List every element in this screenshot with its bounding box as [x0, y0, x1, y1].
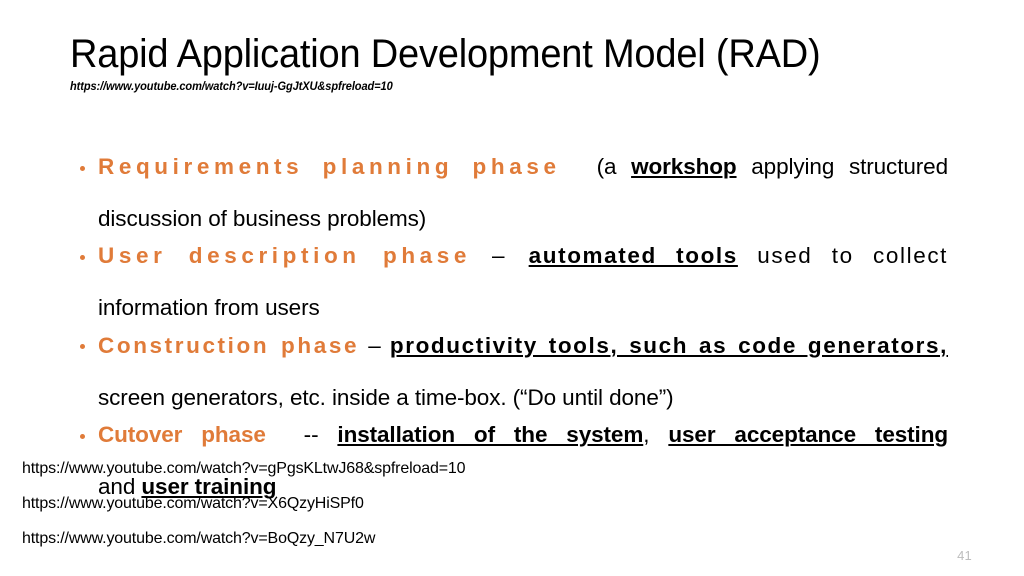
bullet-list: Requirements planning phase (a workshop …: [76, 154, 948, 500]
connector-dash: --: [303, 421, 319, 447]
bullet-text-mid: ,: [643, 421, 669, 447]
footer-link[interactable]: https://www.youtube.com/watch?v=BoQzy_N7…: [22, 531, 722, 547]
spacer-gap: [359, 333, 368, 358]
spacer-gap: [381, 333, 390, 358]
phase-label: User description phase: [98, 243, 472, 269]
phase-label: Construction phase: [98, 332, 360, 358]
emphasis-term: installation of the system: [337, 421, 644, 447]
emphasis-term-2: user acceptance testing: [668, 421, 948, 447]
bullet-line-1: Requirements planning phase (a workshop …: [98, 154, 948, 206]
slide-canvas: Rapid Application Development Model (RAD…: [0, 0, 1024, 576]
spacer-gap: [471, 243, 492, 268]
spacer-gap: [561, 154, 597, 179]
bullet-dot-icon: [80, 254, 85, 260]
bullet-text-post: applying structured: [736, 154, 948, 179]
emphasis-term: automated tools: [528, 243, 738, 269]
phase-label: Requirements planning phase: [98, 154, 561, 179]
bullet-text-post: used to collect: [737, 243, 949, 269]
spacer-gap: [318, 422, 337, 447]
title-source-url: https://www.youtube.com/watch?v=Iuuj-GgJ…: [70, 78, 393, 93]
bullet-dot-icon: [80, 433, 85, 439]
footer-link[interactable]: https://www.youtube.com/watch?v=X6QzyHiS…: [22, 496, 722, 512]
bullet-line-1: User description phase – automated tools…: [98, 243, 948, 295]
slide-number: 41: [957, 548, 972, 563]
list-item: Construction phase – productivity tools,…: [76, 333, 948, 411]
connector-dash: –: [368, 332, 381, 358]
bullet-text-pre: (a: [596, 154, 632, 179]
bullet-line-2: screen generators, etc. inside a time-bo…: [98, 384, 674, 410]
footer-link-list: https://www.youtube.com/watch?v=gPgsKLtw…: [22, 461, 722, 547]
page-title: Rapid Application Development Model (RAD…: [70, 32, 821, 76]
bullet-line-2: discussion of business problems): [98, 206, 427, 232]
title-block: Rapid Application Development Model (RAD…: [70, 32, 970, 93]
emphasis-term: workshop: [631, 154, 737, 179]
phase-label: Cutover phase: [98, 421, 266, 447]
list-item: User description phase – automated tools…: [76, 243, 948, 321]
footer-link[interactable]: https://www.youtube.com/watch?v=gPgsKLtw…: [22, 461, 722, 477]
emphasis-term: productivity tools, such as code generat…: [389, 332, 949, 358]
bullet-line-1: Construction phase – productivity tools,…: [98, 333, 948, 385]
bullet-line-2: information from users: [98, 295, 320, 321]
bullet-dot-icon: [80, 344, 85, 350]
list-item: Requirements planning phase (a workshop …: [76, 154, 948, 232]
spacer-gap: [508, 243, 529, 268]
bullet-dot-icon: [80, 165, 85, 171]
connector-dash: –: [491, 243, 508, 269]
spacer-gap: [266, 422, 304, 447]
